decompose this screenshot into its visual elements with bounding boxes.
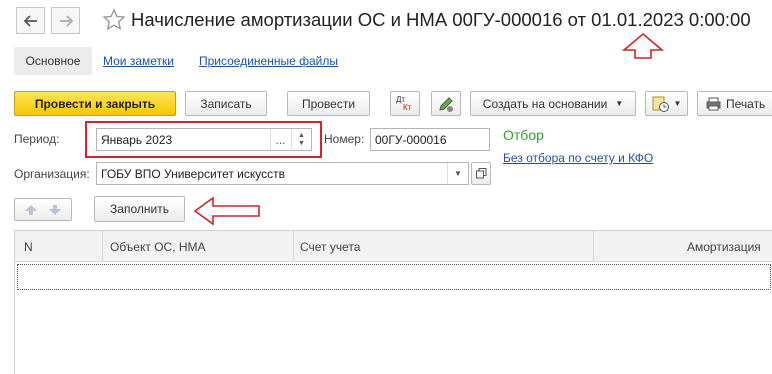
- organization-open-button[interactable]: [471, 162, 491, 185]
- organization-value: ГОБУ ВПО Университет искусств: [101, 166, 286, 181]
- print-button[interactable]: Печать: [697, 91, 772, 116]
- star-icon: [102, 8, 126, 31]
- filter-title: Отбор: [503, 127, 544, 143]
- chevron-down-icon: ▼: [454, 169, 462, 178]
- column-divider: [293, 231, 294, 262]
- number-label: Номер:: [324, 132, 365, 146]
- reports-menu-button[interactable]: ▼: [645, 91, 688, 116]
- create-based-on-label: Создать на основании: [482, 96, 608, 111]
- tab-main[interactable]: Основное: [14, 47, 92, 75]
- dt-kt-button[interactable]: Дт Кт: [390, 91, 420, 116]
- spin-up-icon[interactable]: ▲: [298, 132, 305, 140]
- tab-main-label: Основное: [25, 54, 81, 68]
- forward-button[interactable]: [51, 7, 80, 34]
- column-header-depreciation[interactable]: Амортизация: [687, 231, 761, 262]
- spin-down-icon[interactable]: ▼: [298, 140, 305, 148]
- column-header-account[interactable]: Счет учета: [300, 231, 360, 262]
- table-header: N Объект ОС, НМА Счет учета Амортизация: [15, 231, 772, 262]
- arrow-down-icon[interactable]: [48, 204, 62, 216]
- post-and-close-button[interactable]: Провести и закрыть: [14, 91, 176, 116]
- arrow-left-icon: [23, 14, 37, 27]
- number-value: 00ГУ-000016: [375, 132, 447, 147]
- organization-label: Организация:: [14, 167, 90, 181]
- column-header-number[interactable]: N: [24, 231, 33, 262]
- save-button[interactable]: Записать: [185, 91, 267, 116]
- create-based-on-button[interactable]: Создать на основании ▼: [470, 91, 636, 116]
- column-header-asset[interactable]: Объект ОС, НМА: [110, 231, 206, 262]
- print-label: Печать: [726, 96, 766, 111]
- page-title: Начисление амортизации ОС и НМА 00ГУ-000…: [131, 9, 751, 30]
- table: N Объект ОС, НМА Счет учета Амортизация: [14, 230, 772, 374]
- tab-attached-files[interactable]: Присоединенные файлы: [199, 54, 338, 68]
- period-select-button[interactable]: ...: [270, 129, 290, 150]
- annotation-arrow-up-icon: [621, 32, 665, 59]
- printer-icon: [706, 97, 721, 110]
- number-field[interactable]: 00ГУ-000016: [370, 128, 490, 151]
- period-value: Январь 2023: [101, 132, 173, 147]
- pencil-icon: [439, 96, 453, 112]
- organization-field[interactable]: ГОБУ ВПО Университет искусств: [96, 162, 469, 185]
- column-divider: [593, 231, 594, 262]
- chevron-down-icon: ▼: [615, 99, 624, 108]
- dt-kt-icon: Дт Кт: [395, 95, 415, 113]
- column-divider: [102, 231, 103, 262]
- arrow-right-icon: [59, 14, 73, 27]
- kt-icon-text: Кт: [403, 102, 412, 112]
- organization-dropdown-button[interactable]: ▼: [447, 163, 468, 184]
- document-clock-icon: [652, 96, 669, 112]
- annotation-arrow-left-icon: [193, 196, 260, 226]
- period-spin-buttons[interactable]: ▲ ▼: [291, 129, 311, 150]
- edit-movements-button[interactable]: [431, 91, 461, 116]
- arrow-up-icon[interactable]: [24, 204, 38, 216]
- move-buttons-group: [14, 198, 72, 221]
- back-button[interactable]: [16, 7, 45, 34]
- table-row[interactable]: [17, 264, 771, 290]
- open-window-icon: [475, 168, 486, 179]
- favorite-star-button[interactable]: [102, 8, 126, 35]
- chevron-down-icon: ▼: [673, 99, 682, 108]
- tab-my-notes[interactable]: Мои заметки: [103, 54, 174, 68]
- post-button[interactable]: Провести: [287, 91, 370, 116]
- filter-link[interactable]: Без отбора по счету и КФО: [503, 151, 653, 165]
- fill-button[interactable]: Заполнить: [94, 196, 185, 222]
- period-label: Период:: [14, 132, 60, 146]
